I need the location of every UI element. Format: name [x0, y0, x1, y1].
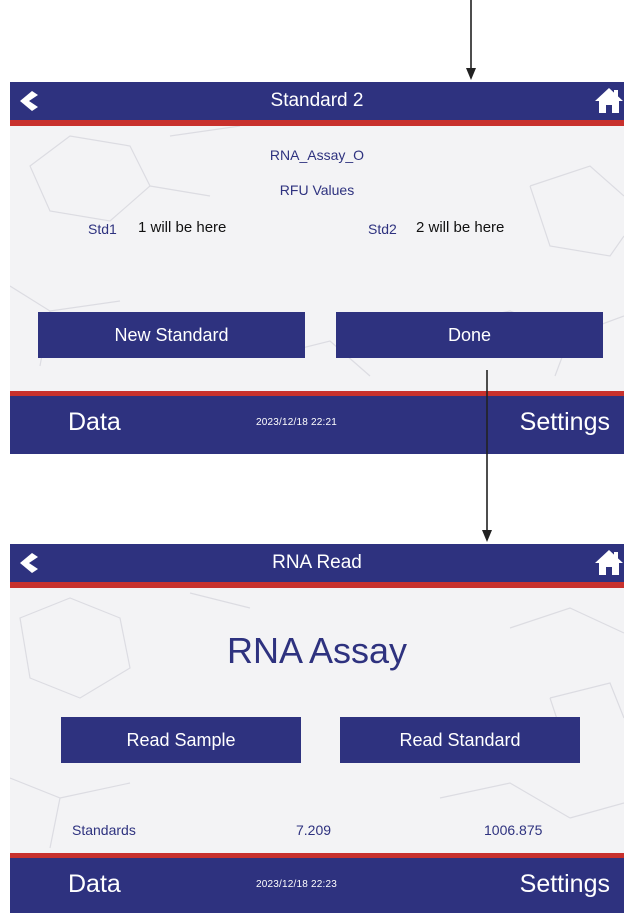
- home-icon[interactable]: [594, 86, 624, 114]
- home-icon[interactable]: [594, 548, 624, 576]
- data-button[interactable]: Data: [68, 870, 121, 899]
- content-area: RNA_Assay_O RFU Values Std1 1 will be he…: [10, 126, 624, 391]
- std1-value: 1 will be here: [138, 219, 227, 236]
- standard-value-2: 1006.875: [484, 822, 543, 838]
- new-standard-button[interactable]: New Standard: [38, 312, 305, 358]
- rna-read-screen: RNA Read RNA Assay Read Sample Read Stan…: [10, 544, 624, 913]
- data-button[interactable]: Data: [68, 408, 121, 437]
- done-button[interactable]: Done: [336, 312, 603, 358]
- standard-value-1: 7.209: [296, 822, 332, 838]
- header-bar: Standard 2: [10, 82, 624, 126]
- std2-value: 2 will be here: [416, 219, 505, 236]
- assay-title: RNA Assay: [226, 630, 408, 671]
- std1-label: Std1: [88, 221, 117, 237]
- std2-label: Std2: [368, 221, 397, 237]
- page-title: RNA Read: [272, 552, 362, 573]
- standards-label: Standards: [72, 822, 136, 838]
- datetime-display: 2023/12/18 22:21: [256, 417, 338, 428]
- footer-bar: Data 2023/12/18 22:23 Settings: [10, 853, 624, 913]
- footer-bar: Data 2023/12/18 22:21 Settings: [10, 391, 624, 454]
- settings-button[interactable]: Settings: [520, 408, 610, 437]
- datetime-display: 2023/12/18 22:23: [256, 879, 338, 890]
- content-area: RNA Assay Read Sample Read Standard Stan…: [10, 588, 624, 853]
- arrow-down-icon: [482, 370, 492, 542]
- rfu-values-label: RFU Values: [279, 182, 355, 198]
- settings-button[interactable]: Settings: [520, 870, 610, 899]
- standard-2-screen: Standard 2 RNA_Assay_O RFU Values Std1 1…: [10, 82, 624, 454]
- arrow-down-icon: [466, 0, 476, 80]
- read-standard-button[interactable]: Read Standard: [340, 717, 580, 763]
- assay-name: RNA_Assay_O: [269, 147, 365, 163]
- read-sample-button[interactable]: Read Sample: [61, 717, 301, 763]
- page-title: Standard 2: [270, 90, 364, 111]
- header-bar: RNA Read: [10, 544, 624, 588]
